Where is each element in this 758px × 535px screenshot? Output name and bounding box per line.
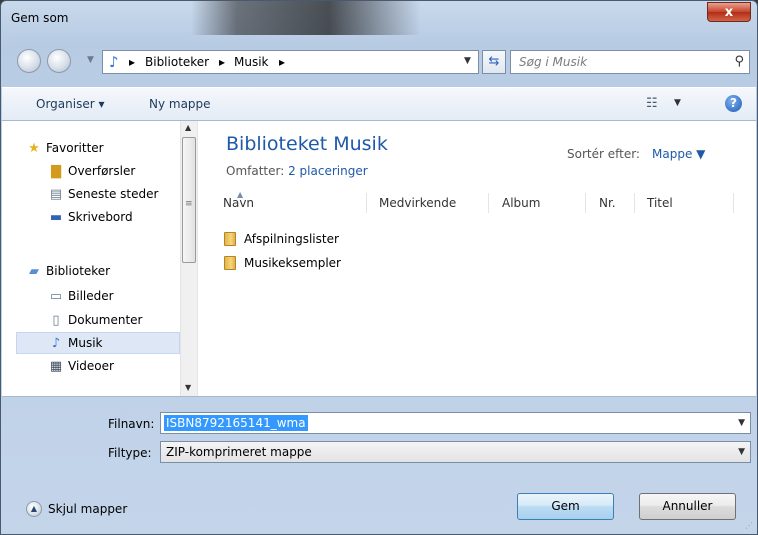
folder-icon: [224, 256, 236, 270]
search-placeholder: Søg i Musik: [519, 55, 588, 69]
content-area: ★ Favoritter ▇ Overførsler ▤ Seneste ste…: [2, 121, 756, 397]
music-note-icon: ♪: [109, 53, 119, 71]
filename-dropdown-icon[interactable]: ▼: [738, 418, 745, 428]
nav-item-downloads[interactable]: ▇ Overførsler: [47, 160, 135, 182]
desktop-icon: ▬: [49, 209, 63, 225]
pictures-icon: ▭: [49, 288, 63, 304]
close-button[interactable]: x: [707, 2, 751, 22]
nav-item-pictures[interactable]: ▭ Billeder: [47, 285, 114, 307]
column-header-artists[interactable]: Medvirkende: [379, 196, 456, 210]
filetype-dropdown-icon[interactable]: ▼: [738, 447, 745, 457]
new-folder-button[interactable]: Ny mappe: [149, 97, 211, 111]
libraries-icon: ▰: [29, 263, 39, 279]
view-options-icon[interactable]: ☷: [646, 96, 658, 111]
library-title: Biblioteket Musik: [226, 133, 388, 155]
downloads-folder-icon: ▇: [51, 163, 61, 179]
navigation-pane: ★ Favoritter ▇ Overførsler ▤ Seneste ste…: [2, 121, 198, 396]
breadcrumb-music[interactable]: Musik: [234, 55, 269, 69]
library-includes: Omfatter: 2 placeringer: [226, 164, 368, 178]
address-row: ▼ ♪ ▸ Biblioteker ▸ Musik ▸ ▼ ⇆ Søg i Mu…: [1, 39, 757, 83]
sort-by-dropdown[interactable]: Mappe ▼: [652, 147, 705, 161]
nav-scrollbar[interactable]: ▲ ≡ ▼: [180, 121, 197, 396]
breadcrumb-separator-icon[interactable]: ▸: [129, 55, 135, 69]
list-item[interactable]: Afspilningslister: [224, 228, 339, 250]
forward-button[interactable]: [47, 49, 71, 73]
filetype-select[interactable]: ZIP-komprimeret mappe ▼: [160, 441, 751, 463]
help-icon[interactable]: ?: [725, 95, 742, 112]
filetype-label: Filtype:: [108, 446, 152, 460]
chevron-up-icon: ▲: [26, 501, 42, 517]
search-input[interactable]: Søg i Musik ⚲: [510, 50, 750, 74]
breadcrumb-libraries[interactable]: Biblioteker: [145, 55, 209, 69]
column-separator[interactable]: [366, 193, 367, 213]
resize-grip-icon[interactable]: ⋰: [745, 521, 753, 530]
breadcrumb-separator-icon[interactable]: ▸: [219, 55, 225, 69]
view-dropdown-icon[interactable]: ▼: [674, 98, 681, 108]
nav-item-videos[interactable]: ▦ Videoer: [47, 355, 114, 377]
hide-folders-toggle[interactable]: ▲ Skjul mapper: [26, 501, 127, 517]
address-bar[interactable]: ♪ ▸ Biblioteker ▸ Musik ▸ ▼: [102, 50, 479, 74]
search-icon[interactable]: ⚲: [734, 54, 744, 69]
column-header-track-number[interactable]: Nr.: [599, 196, 616, 210]
save-button[interactable]: Gem: [517, 493, 614, 520]
nav-item-documents[interactable]: ▯ Dokumenter: [47, 309, 142, 331]
videos-icon: ▦: [49, 358, 63, 374]
background-blur: [191, 1, 421, 35]
column-header-name[interactable]: Navn: [223, 196, 254, 210]
nav-item-desktop[interactable]: ▬ Skrivebord: [47, 206, 133, 228]
star-icon: ★: [28, 140, 40, 156]
column-separator[interactable]: [733, 193, 734, 213]
recent-pages-dropdown-icon[interactable]: ▼: [87, 55, 94, 65]
nav-item-recent-places[interactable]: ▤ Seneste steder: [47, 183, 159, 205]
column-separator[interactable]: [634, 193, 635, 213]
nav-libraries[interactable]: ▰ Biblioteker: [25, 260, 110, 282]
filename-value: ISBN8792165141_wma: [164, 415, 308, 431]
music-note-icon: ♪: [51, 335, 61, 351]
filename-label: Filnavn:: [108, 417, 155, 431]
scroll-up-icon[interactable]: ▲: [185, 123, 191, 132]
sort-label: Sortér efter:: [567, 147, 640, 161]
nav-item-music[interactable]: ♪ Musik: [47, 332, 103, 354]
column-separator[interactable]: [488, 193, 489, 213]
save-as-dialog: Gem som x ▼ ♪ ▸ Biblioteker ▸ Musik ▸ ▼ …: [0, 0, 758, 535]
column-separator[interactable]: [585, 193, 586, 213]
filetype-value: ZIP-komprimeret mappe: [166, 445, 312, 459]
cancel-button[interactable]: Annuller: [639, 493, 736, 520]
scroll-grip-icon: ≡: [185, 199, 193, 209]
title-bar[interactable]: Gem som x: [1, 1, 757, 35]
list-item[interactable]: Musikeksempler: [224, 252, 341, 274]
back-button[interactable]: [17, 49, 41, 73]
address-dropdown-icon[interactable]: ▼: [464, 56, 471, 66]
nav-favorites[interactable]: ★ Favoritter: [25, 137, 103, 159]
column-header-album[interactable]: Album: [502, 196, 540, 210]
scroll-down-icon[interactable]: ▼: [185, 383, 191, 392]
refresh-button[interactable]: ⇆: [482, 50, 506, 74]
organize-menu-button[interactable]: Organiser ▾: [36, 97, 105, 111]
folder-icon: [224, 232, 236, 246]
window-title: Gem som: [11, 11, 69, 25]
breadcrumb-separator-icon[interactable]: ▸: [279, 55, 285, 69]
filename-input[interactable]: ISBN8792165141_wma ▼: [160, 412, 751, 434]
command-toolbar: Organiser ▾ Ny mappe ☷ ▼ ?: [2, 87, 756, 121]
locations-link[interactable]: 2 placeringer: [288, 164, 368, 178]
documents-icon: ▯: [52, 312, 60, 328]
recent-places-icon: ▤: [49, 186, 63, 202]
column-header-title[interactable]: Titel: [647, 196, 673, 210]
